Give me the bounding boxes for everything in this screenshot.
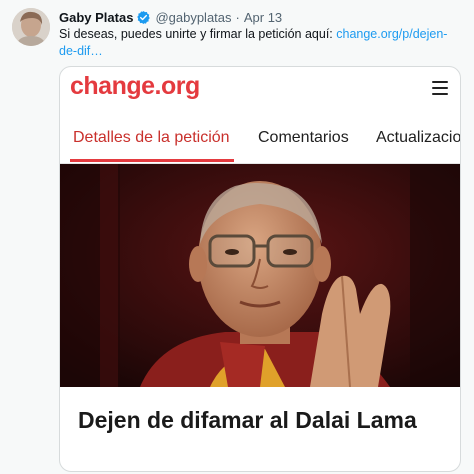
verified-badge-icon bbox=[136, 10, 151, 25]
tab-comments[interactable]: Comentarios bbox=[258, 129, 349, 147]
tab-updates[interactable]: Actualizacio bbox=[376, 129, 460, 147]
author-handle[interactable]: @gabyplatas bbox=[155, 10, 231, 25]
tweet-header: Gaby Platas @gabyplatas · Apr 13 bbox=[59, 8, 282, 26]
tweet-date[interactable]: Apr 13 bbox=[244, 10, 282, 25]
change-org-logo[interactable]: change.org bbox=[70, 72, 200, 101]
avatar[interactable] bbox=[12, 8, 50, 46]
petition-tabs: Detalles de la petición Comentarios Actu… bbox=[60, 123, 460, 164]
active-tab-indicator bbox=[70, 159, 234, 162]
avatar-photo bbox=[12, 8, 50, 46]
tweet-text: Si deseas, puedes unirte y firmar la pet… bbox=[59, 26, 459, 60]
tweet-body: Si deseas, puedes unirte y firmar la pet… bbox=[59, 27, 333, 41]
petition-photo bbox=[60, 164, 460, 387]
tweet-screenshot: Gaby Platas @gabyplatas · Apr 13 Si dese… bbox=[0, 0, 474, 474]
petition-title[interactable]: Dejen de difamar al Dalai Lama bbox=[78, 405, 448, 435]
author-name[interactable]: Gaby Platas bbox=[59, 10, 133, 25]
separator-dot: · bbox=[235, 9, 240, 25]
change-org-header: change.org bbox=[60, 67, 460, 111]
link-preview-card[interactable]: change.org Detalles de la petición Comen… bbox=[59, 66, 461, 472]
tab-petition-details[interactable]: Detalles de la petición bbox=[73, 129, 230, 147]
hamburger-menu-icon[interactable] bbox=[432, 81, 448, 95]
